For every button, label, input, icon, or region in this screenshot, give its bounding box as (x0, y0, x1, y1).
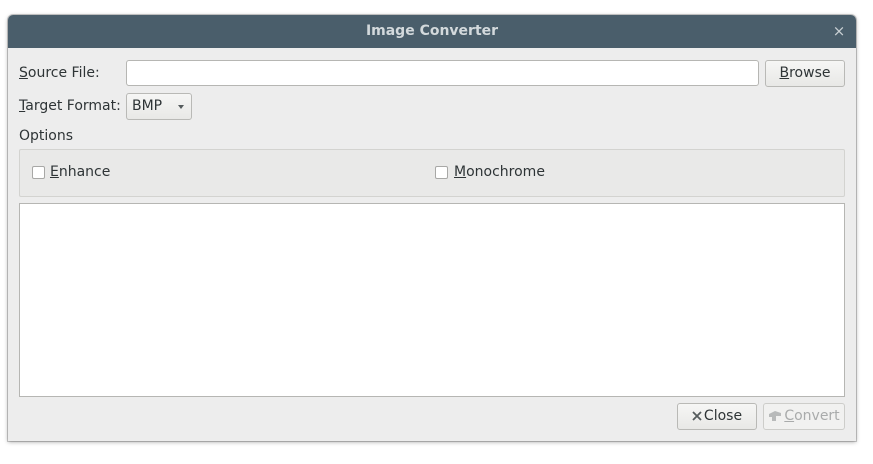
title-bar[interactable]: Image Converter × (8, 15, 856, 48)
close-icon (692, 411, 702, 421)
output-text-area[interactable] (19, 203, 845, 397)
close-button[interactable]: Close (677, 403, 757, 430)
close-icon: × (832, 22, 846, 40)
image-converter-window: Image Converter × Source File: Browse Ta… (8, 15, 856, 441)
browse-button[interactable]: Browse (765, 60, 845, 87)
window-close-button[interactable]: × (831, 22, 847, 40)
enhance-label-text: nhance (58, 164, 111, 180)
options-frame: Enhance Monochrome (19, 149, 845, 197)
source-file-label-mnemonic: S (19, 65, 28, 81)
source-file-label: Source File: (19, 65, 100, 81)
source-file-input[interactable] (126, 60, 759, 86)
convert-button-mnemonic: C (784, 408, 795, 424)
window-title: Image Converter (365, 23, 499, 39)
monochrome-label-mnemonic: M (454, 164, 467, 180)
convert-icon (769, 411, 782, 421)
monochrome-checkbox[interactable] (435, 166, 448, 179)
target-format-value: BMP (132, 98, 163, 114)
close-button-label: Close (703, 408, 743, 424)
target-format-label-text: arget Format: (25, 98, 121, 114)
target-format-label: Target Format: (19, 98, 121, 114)
enhance-label-mnemonic: E (50, 164, 59, 180)
target-format-combo[interactable]: BMP (126, 93, 192, 120)
chevron-down-icon (178, 105, 184, 109)
enhance-label[interactable]: Enhance (50, 164, 110, 180)
options-heading: Options (19, 128, 74, 144)
convert-button[interactable]: Convert (763, 403, 845, 430)
enhance-checkbox[interactable] (32, 166, 45, 179)
monochrome-label-text: onochrome (466, 164, 545, 180)
monochrome-label[interactable]: Monochrome (454, 164, 545, 180)
browse-button-label: rowse (789, 65, 831, 81)
browse-button-mnemonic: B (779, 65, 790, 81)
convert-button-label: onvert (794, 408, 840, 424)
source-file-label-text: ource File: (27, 65, 100, 81)
